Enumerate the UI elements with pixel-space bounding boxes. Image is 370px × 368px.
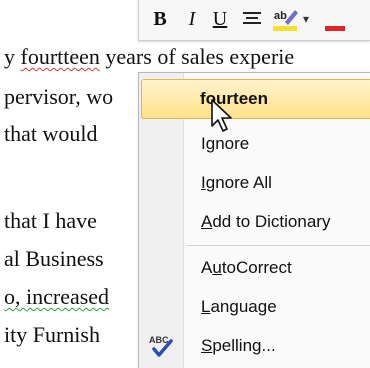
italic-button[interactable]: I	[181, 6, 203, 32]
menu-item-add-to-dictionary-label: Add to Dictionary	[201, 212, 331, 231]
highlight-button[interactable]: ab	[271, 6, 301, 32]
menu-item-spelling-label: Spelling...	[201, 336, 276, 355]
spelling-icon-text: ABC	[149, 335, 169, 345]
doc-line-5: that I have	[4, 208, 97, 233]
mouse-cursor-icon	[211, 99, 232, 132]
menu-item-add-to-dictionary[interactable]: Add to Dictionary	[139, 205, 370, 239]
highlight-dropdown[interactable]: ▾	[299, 6, 313, 32]
font-color-icon	[325, 26, 345, 31]
align-center-icon	[243, 12, 261, 24]
bold-button[interactable]: B	[149, 6, 171, 32]
doc-line-1-post: years of sales experie	[99, 44, 295, 69]
highlighter-icon: ab	[273, 10, 298, 31]
doc-line-6: al Business	[4, 246, 104, 271]
underline-button[interactable]: U	[209, 6, 231, 32]
menu-item-language[interactable]: Language	[139, 290, 370, 324]
spelling-check-icon: ABC	[149, 335, 173, 357]
mini-toolbar: B I U ab ▾	[138, 0, 370, 41]
doc-line-1-pre: y	[4, 44, 21, 69]
menu-item-language-label: Language	[201, 297, 277, 316]
center-align-button[interactable]	[239, 6, 265, 32]
font-color-button[interactable]	[321, 6, 351, 32]
menu-item-ignore-all[interactable]: Ignore All	[139, 166, 370, 200]
doc-line-7: o, increased	[4, 284, 109, 310]
spelling-context-menu: fourteen Ignore Ignore All Add to Dictio…	[138, 72, 370, 368]
misspelled-word[interactable]: fourtteen	[21, 44, 100, 69]
menu-item-ignore[interactable]: Ignore	[139, 127, 370, 161]
menu-item-autocorrect-label: AutoCorrect	[201, 258, 292, 277]
doc-line-1: y fourtteen years of sales experie	[4, 44, 294, 70]
suggestion-fourteen[interactable]: fourteen	[141, 79, 370, 119]
menu-separator	[187, 245, 370, 246]
menu-item-autocorrect[interactable]: AutoCorrect	[139, 251, 370, 285]
doc-line-3: that would	[4, 121, 98, 146]
menu-item-spelling[interactable]: ABC Spelling...	[139, 329, 370, 363]
doc-line-8: ity Furnish	[4, 322, 100, 347]
highlight-label: ab	[274, 10, 287, 22]
menu-item-ignore-label: Ignore	[201, 134, 250, 153]
word-window: y fourtteen years of sales experie pervi…	[0, 0, 370, 368]
doc-line-2: pervisor, wo	[4, 84, 114, 109]
menu-item-ignore-all-label: Ignore All	[201, 173, 272, 192]
grammar-flagged-text[interactable]: o, increased	[4, 284, 109, 309]
